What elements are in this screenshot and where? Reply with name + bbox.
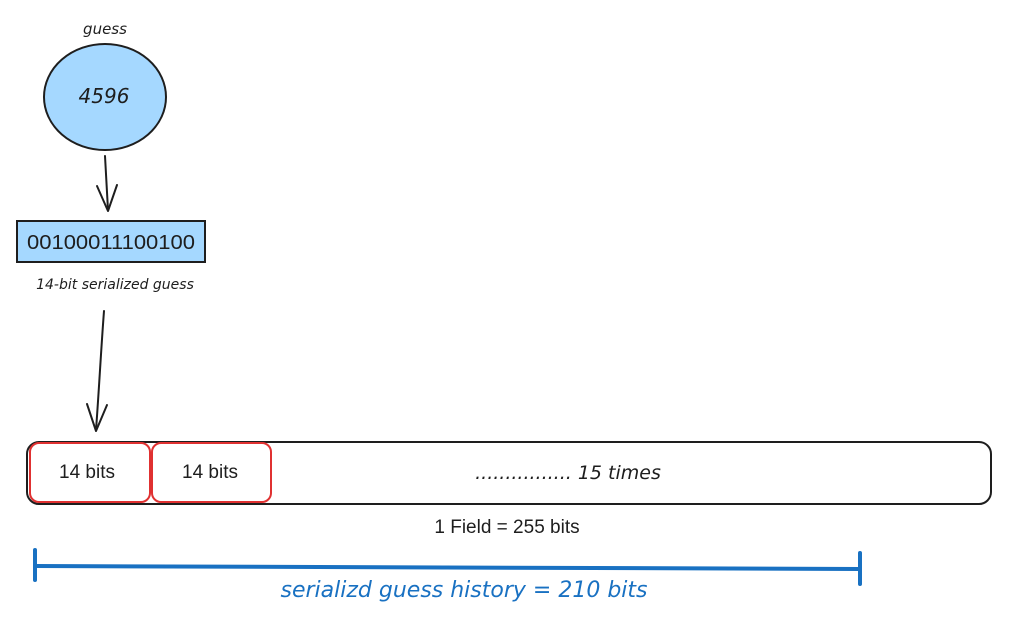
guess-value: 4596	[79, 84, 130, 108]
serialized-bits-caption: 14-bit serialized guess	[36, 277, 194, 293]
field-slot-2-label: 14 bits	[182, 462, 238, 483]
history-bracket-line	[33, 564, 862, 571]
field-slot-1-label: 14 bits	[59, 462, 115, 483]
history-label: serializd guess history = 210 bits	[281, 578, 648, 603]
guess-label: guess	[83, 20, 127, 38]
field-repeat-text: ................ 15 times	[475, 462, 661, 484]
arrow-bits-to-field	[95, 310, 105, 431]
field-caption: 1 Field = 255 bits	[434, 517, 579, 538]
serialized-bits-value: 00100011100100	[27, 232, 195, 254]
guess-serialization-diagram: guess 4596 00100011100100 14-bit seriali…	[16, 20, 992, 603]
arrow-guess-to-bits	[104, 155, 109, 211]
